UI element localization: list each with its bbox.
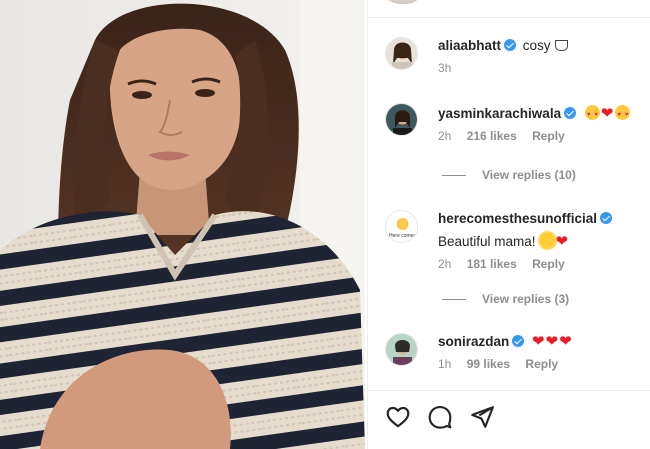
comment-likes[interactable]: 99 likes bbox=[467, 357, 510, 371]
reply-button[interactable]: Reply bbox=[532, 129, 565, 143]
heart-emoji-icon: ❤ bbox=[545, 333, 559, 350]
comment-username[interactable]: aliaabhatt bbox=[438, 38, 501, 53]
post-photo[interactable] bbox=[0, 0, 365, 449]
verified-badge-icon bbox=[504, 39, 517, 51]
comment-likes[interactable]: 181 likes bbox=[467, 257, 517, 271]
verified-badge-icon bbox=[600, 212, 613, 224]
verified-badge-icon bbox=[564, 107, 577, 119]
view-replies-button[interactable]: View replies (10) bbox=[442, 168, 576, 182]
avatar[interactable]: Here comes bbox=[385, 210, 418, 243]
heart-icon[interactable] bbox=[385, 404, 413, 432]
comment-likes[interactable]: 216 likes bbox=[467, 129, 517, 143]
divider bbox=[442, 175, 466, 177]
heart-emoji-icon: ❤ bbox=[555, 233, 569, 250]
share-icon[interactable] bbox=[469, 404, 497, 432]
comment-username[interactable]: sonirazdan bbox=[438, 334, 509, 349]
comment-time: 2h bbox=[438, 257, 452, 271]
divider bbox=[442, 299, 466, 301]
heart-eyes-icon bbox=[584, 105, 600, 124]
avatar bbox=[388, 0, 418, 4]
verified-badge-icon bbox=[512, 335, 525, 347]
view-replies-label: View replies (10) bbox=[482, 168, 576, 182]
comment-time: 2h bbox=[438, 129, 452, 143]
heart-eyes-icon bbox=[615, 105, 631, 124]
heart-emoji-icon: ❤ bbox=[600, 105, 614, 122]
reply-button[interactable]: Reply bbox=[525, 357, 558, 371]
comment-text: cosy bbox=[522, 38, 551, 53]
avatar[interactable] bbox=[385, 333, 418, 366]
comment-time: 3h bbox=[438, 61, 452, 75]
avatar[interactable] bbox=[385, 37, 418, 70]
reply-button[interactable]: Reply bbox=[532, 257, 565, 271]
portrait-photo bbox=[0, 0, 365, 449]
comments-panel: aliaabhatt cosy 3h yasminkarachiwala ❤ 2… bbox=[367, 0, 650, 449]
comment-username[interactable]: herecomesthesunofficial bbox=[438, 211, 597, 226]
divider bbox=[368, 390, 650, 391]
view-replies-button[interactable]: View replies (3) bbox=[442, 292, 569, 306]
comment-icon[interactable] bbox=[427, 404, 455, 432]
comment-username[interactable]: yasminkarachiwala bbox=[438, 106, 561, 121]
view-replies-label: View replies (3) bbox=[482, 292, 570, 306]
heart-emoji-icon: ❤ bbox=[559, 333, 572, 350]
sun-icon bbox=[539, 233, 555, 248]
svg-text:Here comes: Here comes bbox=[389, 233, 416, 239]
heart-emoji-icon: ❤ bbox=[532, 333, 545, 350]
coffee-cup-icon bbox=[554, 40, 568, 51]
divider bbox=[368, 17, 650, 18]
comment-time: 1h bbox=[438, 357, 452, 371]
comment-text: Beautiful mama! bbox=[438, 234, 536, 249]
avatar[interactable] bbox=[385, 103, 418, 136]
